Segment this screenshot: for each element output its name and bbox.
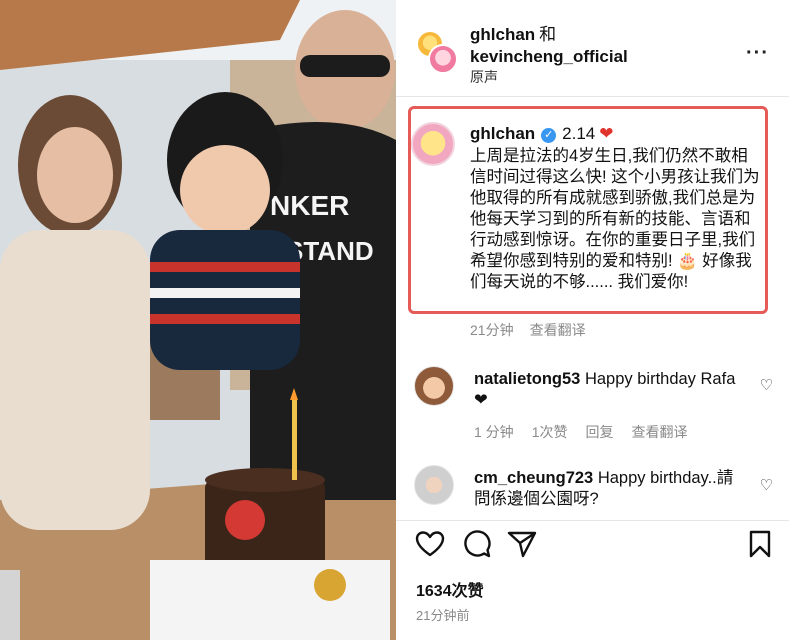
comment-time: 1 分钟 bbox=[474, 424, 514, 440]
heart-outline-icon[interactable] bbox=[414, 528, 446, 560]
red-heart-icon: ❤ bbox=[599, 124, 614, 143]
author-username-link[interactable]: kevincheng_official bbox=[470, 47, 628, 66]
caption-username-link[interactable]: ghlchan bbox=[470, 124, 535, 143]
birthday-scene-image: NKER D STAND bbox=[0, 0, 396, 640]
caption-header: ghlchan ✓ 2.14 ❤ bbox=[470, 124, 614, 144]
like-comment-heart-icon[interactable]: ♡ bbox=[760, 376, 773, 394]
comment-username-link[interactable]: natalietong53 bbox=[474, 370, 580, 388]
bookmark-icon[interactable] bbox=[744, 528, 776, 560]
view-translation-button[interactable]: 查看翻译 bbox=[530, 322, 586, 338]
caption-time: 21分钟 bbox=[470, 322, 514, 338]
comment-like-count[interactable]: 1次赞 bbox=[532, 424, 568, 440]
post-timestamp: 21分钟前 bbox=[416, 608, 470, 623]
reply-button[interactable]: 回复 bbox=[585, 424, 613, 440]
conjunction-text: 和 bbox=[539, 25, 557, 44]
verified-badge-icon: ✓ bbox=[541, 128, 557, 143]
post-detail-panel: ghlchan 和 kevincheng_official 原声 ··· ghlc… bbox=[396, 0, 789, 640]
author-username-link[interactable]: ghlchan bbox=[470, 25, 535, 44]
caption-text: 上周是拉法的4岁生日,我们仍然不敢相信时间过得这么快! 这个小男孩让我们为他取得… bbox=[470, 147, 760, 291]
avatar[interactable] bbox=[411, 122, 455, 166]
paper-plane-icon[interactable] bbox=[506, 528, 538, 560]
post-header: ghlchan 和 kevincheng_official 原声 ··· bbox=[396, 0, 789, 96]
avatar[interactable] bbox=[414, 465, 454, 505]
view-translation-button[interactable]: 查看翻译 bbox=[631, 424, 687, 440]
caption-meta: 21分钟 查看翻译 bbox=[470, 320, 586, 340]
caption-date: 2.14 bbox=[562, 124, 596, 143]
audio-label[interactable]: 原声 bbox=[470, 67, 498, 87]
comment: cm_cheung723 Happy birthday..請問係邊個公園呀? bbox=[474, 468, 744, 510]
collab-avatars[interactable] bbox=[416, 30, 458, 74]
divider bbox=[396, 520, 789, 521]
action-bar bbox=[396, 528, 789, 564]
comment: natalietong53 Happy birthday Rafa❤ bbox=[474, 369, 744, 411]
comment-meta: 1 分钟 1次赞 回复 查看翻译 bbox=[474, 422, 705, 442]
more-options-icon[interactable]: ··· bbox=[746, 42, 769, 65]
comment-username-link[interactable]: cm_cheung723 bbox=[474, 469, 593, 487]
post-photo[interactable]: NKER D STAND bbox=[0, 0, 396, 640]
likes-count[interactable]: 1634次赞 bbox=[416, 577, 484, 601]
avatar bbox=[428, 44, 458, 74]
comment-icon[interactable] bbox=[460, 528, 492, 560]
avatar[interactable] bbox=[414, 366, 454, 406]
like-comment-heart-icon[interactable]: ♡ bbox=[760, 476, 773, 494]
post-authors: ghlchan 和 kevincheng_official bbox=[470, 24, 628, 68]
svg-text:NKER: NKER bbox=[270, 190, 349, 221]
divider bbox=[396, 96, 789, 97]
